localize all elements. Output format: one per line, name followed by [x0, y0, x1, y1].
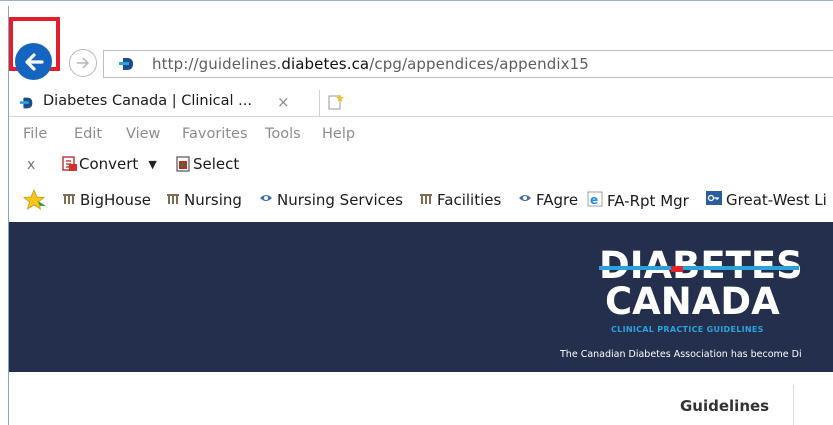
tab-active[interactable]: Diabetes Canada | Clinical ... × — [9, 90, 320, 116]
select-label: Select — [193, 155, 240, 173]
ie-icon: e — [587, 191, 603, 211]
add-favorite-star-icon[interactable] — [23, 189, 47, 211]
nav-guidelines[interactable]: Guidelines — [680, 397, 769, 415]
tab-close-icon[interactable]: × — [277, 93, 290, 111]
eye-icon — [518, 191, 532, 209]
address-bar[interactable]: http://guidelines.diabetes.ca/cpg/append… — [103, 50, 833, 78]
url-domain: diabetes.ca — [281, 55, 370, 73]
eye-icon — [259, 191, 273, 209]
convert-label: Convert — [79, 155, 139, 173]
select-button[interactable]: Select — [175, 155, 239, 173]
logo-line-2: CANADA — [605, 280, 780, 323]
menu-bar: File Edit View Favorites Tools Help — [9, 117, 833, 151]
building-icon — [419, 191, 433, 209]
web-page: DIABETES CANADA CLINICAL PRACTICE GUIDEL… — [9, 222, 833, 425]
address-row: http://guidelines.diabetes.ca/cpg/append… — [9, 17, 833, 90]
header-note-text: The Canadian Diabetes Association has be… — [560, 349, 802, 360]
logo-subtitle: CLINICAL PRACTICE GUIDELINES — [611, 325, 764, 334]
menu-help[interactable]: Help — [322, 126, 355, 142]
convert-button[interactable]: Convert ▼ — [61, 155, 157, 173]
arrow-left-icon — [24, 52, 44, 71]
favorite-bighouse[interactable]: BigHouse — [62, 191, 151, 209]
nav-divider — [793, 385, 794, 425]
menu-file[interactable]: File — [23, 126, 47, 142]
command-bar: x Convert ▼ Select — [9, 151, 833, 181]
favorite-great-west-life[interactable]: Great-West Li — [706, 191, 827, 209]
favorite-fagre[interactable]: FAgre — [518, 191, 578, 209]
building-icon — [166, 191, 180, 209]
favorite-nursing[interactable]: Nursing — [166, 191, 242, 209]
menu-edit[interactable]: Edit — [74, 126, 102, 142]
tab-favicon-icon — [19, 95, 35, 115]
url-prefix: http://guidelines. — [152, 55, 282, 73]
building-icon — [62, 191, 76, 209]
tab-strip: Diabetes Canada | Clinical ... × — [9, 90, 833, 117]
menu-tools[interactable]: Tools — [265, 126, 301, 142]
new-tab-icon[interactable] — [327, 93, 345, 111]
back-button[interactable] — [15, 43, 52, 80]
convert-dropdown-caret-icon[interactable]: ▼ — [148, 158, 156, 171]
forward-button[interactable] — [69, 49, 97, 77]
url-path: /cpg/appendices/appendix15 — [369, 55, 589, 73]
command-bar-close-icon[interactable]: x — [27, 157, 35, 173]
favorite-nursing-services[interactable]: Nursing Services — [259, 191, 403, 209]
arrow-right-icon — [77, 57, 90, 69]
favorite-label: BigHouse — [80, 191, 151, 209]
site-favicon-icon — [118, 55, 136, 77]
logo-red-dash — [671, 266, 683, 272]
favorite-label: Great-West Li — [726, 191, 827, 209]
menu-favorites[interactable]: Favorites — [182, 126, 248, 142]
favorite-label: FA-Rpt Mgr — [607, 192, 689, 210]
favorites-bar: BigHouse Nursing Nursing Services Facili… — [9, 184, 833, 216]
favorite-label: Facilities — [437, 191, 502, 209]
favorite-fa-rpt-mgr[interactable]: e FA-Rpt Mgr — [587, 191, 689, 211]
favorite-label: Nursing Services — [277, 191, 403, 209]
window-frame-top — [0, 0, 833, 7]
favorite-label: Nursing — [184, 191, 242, 209]
svg-text:e: e — [590, 193, 598, 207]
select-icon — [176, 156, 190, 172]
logo-stripe — [599, 266, 799, 270]
site-header-banner: DIABETES CANADA CLINICAL PRACTICE GUIDEL… — [9, 222, 833, 372]
favorite-facilities[interactable]: Facilities — [419, 191, 501, 209]
tab-title: Diabetes Canada | Clinical ... — [43, 93, 252, 109]
url-text: http://guidelines.diabetes.ca/cpg/append… — [152, 55, 589, 73]
pdf-convert-icon — [62, 156, 77, 171]
key-icon — [706, 191, 722, 209]
favorite-label: FAgre — [536, 191, 579, 209]
menu-view[interactable]: View — [126, 126, 160, 142]
